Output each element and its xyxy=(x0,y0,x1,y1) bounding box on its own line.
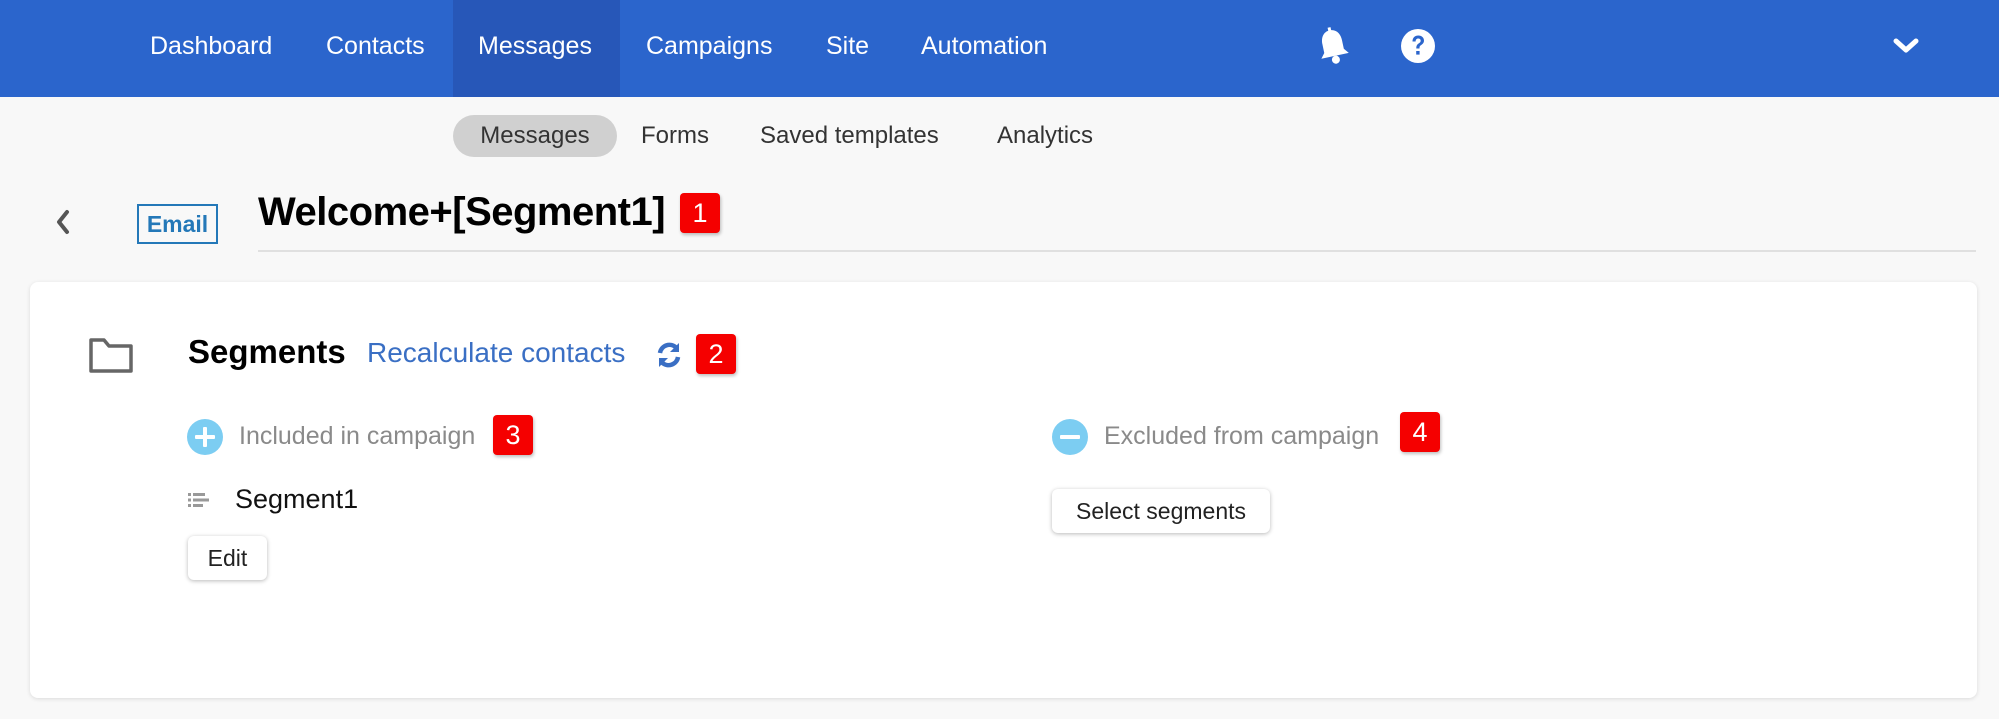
recalculate-contacts-link[interactable]: Recalculate contacts xyxy=(367,337,625,369)
folder-icon xyxy=(88,336,134,379)
excluded-from-campaign-label: Excluded from campaign xyxy=(1104,422,1380,450)
included-segment-item: Segment1 xyxy=(235,484,359,514)
subnav-forms[interactable]: Forms xyxy=(617,115,733,157)
list-icon xyxy=(188,492,210,513)
chevron-down-icon[interactable] xyxy=(1886,24,1926,68)
question-circle-icon[interactable] xyxy=(1398,24,1438,68)
edit-segments-button[interactable]: Edit xyxy=(188,536,267,580)
nav-item-messages[interactable]: Messages xyxy=(453,0,620,97)
nav-item-campaigns[interactable]: Campaigns xyxy=(646,0,772,97)
plus-circle-icon xyxy=(187,419,223,455)
chevron-left-icon xyxy=(57,210,69,234)
nav-item-dashboard[interactable]: Dashboard xyxy=(150,0,272,97)
marker-badge-3: 3 xyxy=(493,415,533,455)
subnav-messages[interactable]: Messages xyxy=(453,115,617,157)
top-navigation-bar: Dashboard Contacts Messages Campaigns Si… xyxy=(0,0,1999,97)
minus-circle-icon xyxy=(1052,419,1088,455)
marker-badge-4: 4 xyxy=(1400,412,1440,452)
marker-badge-2: 2 xyxy=(696,334,736,374)
title-underline xyxy=(258,250,1976,252)
nav-item-contacts[interactable]: Contacts xyxy=(326,0,425,97)
nav-item-automation[interactable]: Automation xyxy=(921,0,1047,97)
page-title[interactable]: Welcome+[Segment1] xyxy=(258,190,666,235)
nav-item-site[interactable]: Site xyxy=(826,0,869,97)
marker-badge-1: 1 xyxy=(680,193,720,233)
subnav-saved-templates[interactable]: Saved templates xyxy=(736,115,963,157)
back-button[interactable] xyxy=(48,204,78,240)
refresh-icon[interactable] xyxy=(655,340,683,375)
bell-icon[interactable] xyxy=(1313,24,1353,68)
subnav-analytics[interactable]: Analytics xyxy=(973,115,1117,157)
segments-title: Segments xyxy=(188,333,346,370)
included-in-campaign-label: Included in campaign xyxy=(239,422,476,450)
message-type-badge: Email xyxy=(137,204,218,244)
select-segments-button[interactable]: Select segments xyxy=(1052,489,1270,533)
